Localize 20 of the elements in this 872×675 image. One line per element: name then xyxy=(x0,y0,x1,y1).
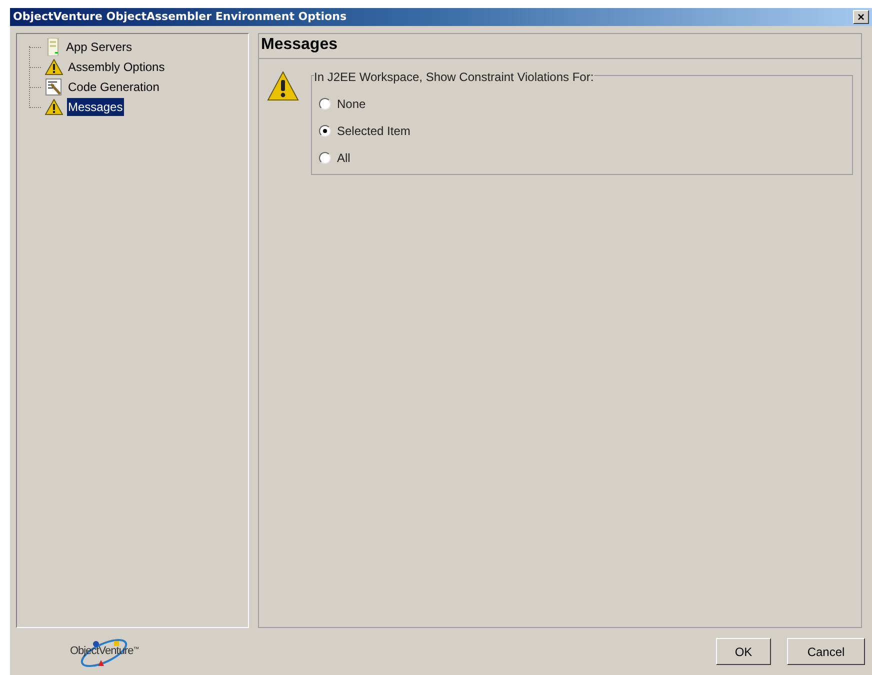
window-title: ObjectVenture ObjectAssembler Environment Options xyxy=(13,8,346,25)
cancel-button[interactable]: Cancel xyxy=(787,638,865,665)
close-button[interactable]: × xyxy=(853,10,869,24)
warning-icon xyxy=(45,59,63,75)
radio-button[interactable] xyxy=(319,98,331,110)
page-title: Messages xyxy=(260,35,338,55)
radio-label: None xyxy=(337,96,366,112)
tree-item[interactable]: Messages xyxy=(67,98,124,116)
radio-label: All xyxy=(337,150,350,166)
warning-icon xyxy=(45,99,63,115)
radio-button[interactable] xyxy=(319,124,331,136)
radio-label: Selected Item xyxy=(337,122,410,140)
ok-button[interactable]: OK xyxy=(716,638,771,665)
tree-item[interactable]: Assembly Options xyxy=(67,58,166,76)
radio-button[interactable] xyxy=(319,152,331,164)
tree-item[interactable]: Code Generation xyxy=(67,78,160,96)
tree-item[interactable]: App Servers xyxy=(65,38,134,56)
server-icon xyxy=(45,38,61,56)
warning-icon xyxy=(267,71,299,101)
document-icon xyxy=(45,78,63,96)
